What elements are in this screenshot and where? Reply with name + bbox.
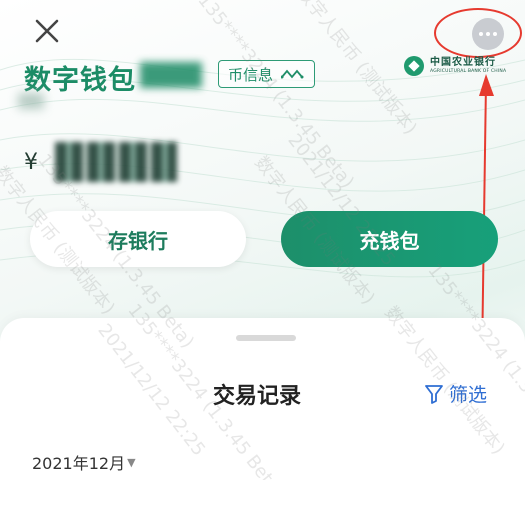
topup-label: 充钱包	[359, 228, 420, 253]
currency-symbol: ¥	[24, 150, 38, 175]
funnel-icon	[425, 384, 443, 404]
transactions-sheet	[0, 318, 525, 518]
bank-name: 中国农业银行	[430, 56, 496, 68]
close-icon	[35, 19, 59, 43]
wallet-title: 数字钱包	[24, 65, 136, 96]
trend-icon	[281, 69, 304, 79]
bank-name-en: AGRICULTURAL BANK OF CHINA	[430, 68, 507, 74]
filter-label: 筛选	[449, 384, 488, 406]
close-button[interactable]	[32, 16, 62, 46]
more-dot	[493, 32, 497, 36]
coin-info-label: 币信息	[228, 65, 274, 84]
more-dot	[486, 32, 490, 36]
month-selector[interactable]: 2021年12月 ▼	[32, 450, 136, 474]
sheet-drag-handle[interactable]	[236, 335, 296, 341]
deposit-to-bank-button[interactable]: 存银行	[30, 211, 246, 267]
caret-down-icon: ▼	[127, 455, 136, 469]
coin-info-button[interactable]: 币信息	[218, 60, 316, 88]
bank-brand: 中国农业银行 AGRICULTURAL BANK OF CHINA	[404, 56, 506, 76]
more-options-button[interactable]	[472, 18, 504, 50]
redacted-balance	[55, 142, 177, 182]
redacted-subtitle	[18, 93, 44, 109]
month-label: 2021年12月	[32, 454, 126, 473]
redacted-wallet-name	[140, 62, 202, 88]
top-up-wallet-button[interactable]: 充钱包	[281, 211, 498, 267]
deposit-label: 存银行	[108, 228, 168, 253]
filter-button[interactable]: 筛选	[425, 380, 487, 407]
transactions-title: 交易记录	[213, 384, 302, 409]
more-dot	[479, 32, 483, 36]
bank-logo-icon	[404, 56, 424, 76]
